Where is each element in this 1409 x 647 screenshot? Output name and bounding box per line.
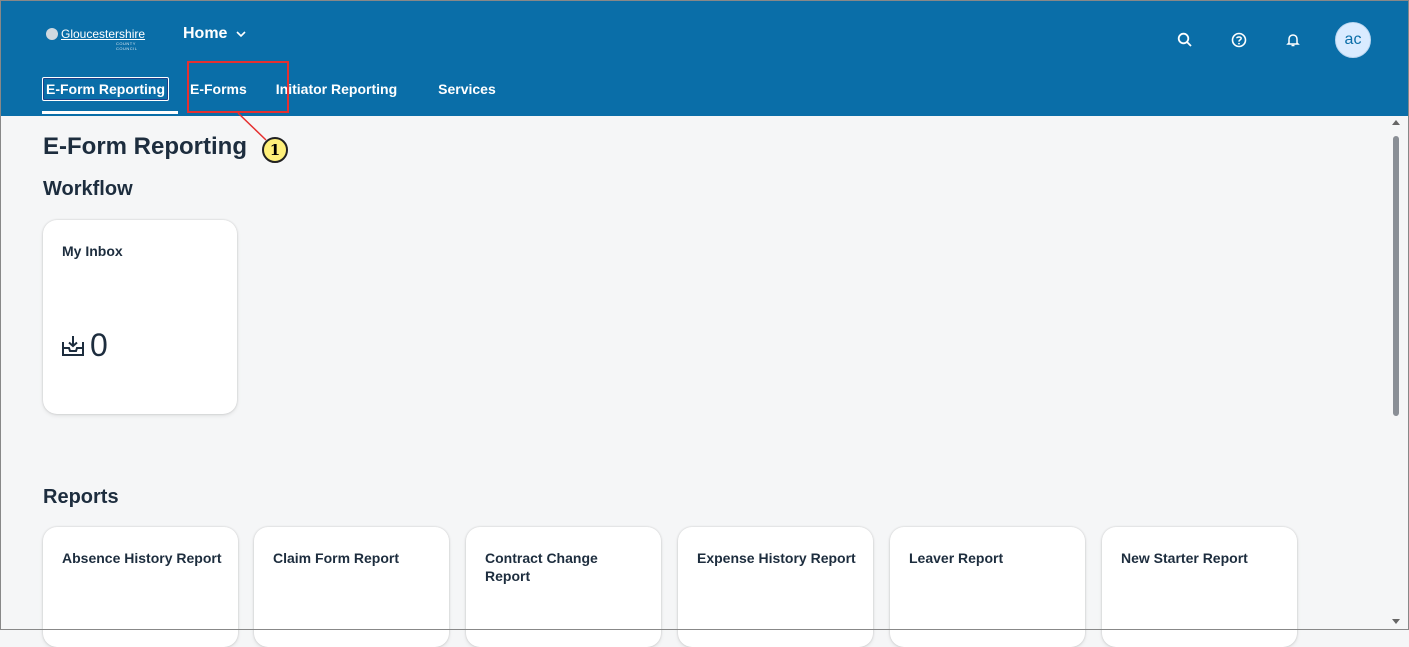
tab-services[interactable]: Services [434,77,500,101]
tab-initiator-reporting[interactable]: Initiator Reporting [272,77,401,101]
notifications-button[interactable] [1275,24,1311,56]
crest-icon [46,28,58,40]
claim-form-report-tile[interactable]: Claim Form Report [254,527,449,647]
search-button[interactable] [1167,24,1203,56]
logo-subtext: COUNTY COUNCIL [116,41,138,51]
workflow-section-title: Workflow [43,178,133,200]
tile-title: My Inbox [62,243,123,259]
home-menu-label: Home [183,25,228,42]
scroll-up-arrow-icon[interactable] [1392,120,1400,125]
home-menu-button[interactable]: Home [183,25,247,43]
help-icon [1231,32,1247,48]
bell-icon [1286,34,1300,47]
absence-history-report-tile[interactable]: Absence History Report [43,527,238,647]
tab-e-form-reporting[interactable]: E-Form Reporting [42,77,169,101]
tile-title: New Starter Report [1121,550,1248,566]
leaver-report-tile[interactable]: Leaver Report [890,527,1085,647]
vertical-scrollbar[interactable] [1390,116,1402,630]
top-tab-bar: E-Form Reporting E-Forms Initiator Repor… [42,76,500,102]
scrollbar-thumb[interactable] [1393,136,1399,416]
tile-title: Absence History Report [62,550,222,566]
tab-e-forms[interactable]: E-Forms [186,77,251,101]
tile-title: Expense History Report [697,550,856,566]
shell-header: Gloucestershire COUNTY COUNCIL Home ac E… [0,0,1409,116]
inbox-count-value: 0 [90,327,108,363]
inbox-download-icon [62,335,84,356]
my-inbox-tile[interactable]: My Inbox 0 [43,220,237,414]
logo-text: Gloucestershire [61,27,146,41]
help-button[interactable] [1221,24,1257,56]
new-starter-report-tile[interactable]: New Starter Report [1102,527,1297,647]
reports-section-title: Reports [43,486,119,508]
shell-top-bar: Gloucestershire COUNTY COUNCIL Home ac [0,0,1409,70]
tile-title: Claim Form Report [273,550,400,566]
inbox-count: 0 [60,327,108,364]
user-avatar[interactable]: ac [1335,22,1371,58]
tile-title: Leaver Report [909,550,1004,566]
tile-title: Contract Change Report [485,550,598,584]
scroll-down-arrow-icon[interactable] [1392,619,1400,624]
page-title: E-Form Reporting [43,133,247,160]
search-icon [1177,32,1192,47]
annotation-step-badge: 1 [262,137,288,163]
chevron-down-icon [236,31,247,38]
company-logo[interactable]: Gloucestershire COUNTY COUNCIL [46,27,146,51]
contract-change-report-tile[interactable]: Contract Change Report [466,527,661,647]
expense-history-report-tile[interactable]: Expense History Report [678,527,873,647]
active-tab-indicator [42,111,178,114]
shell-actions: ac [1167,22,1371,58]
